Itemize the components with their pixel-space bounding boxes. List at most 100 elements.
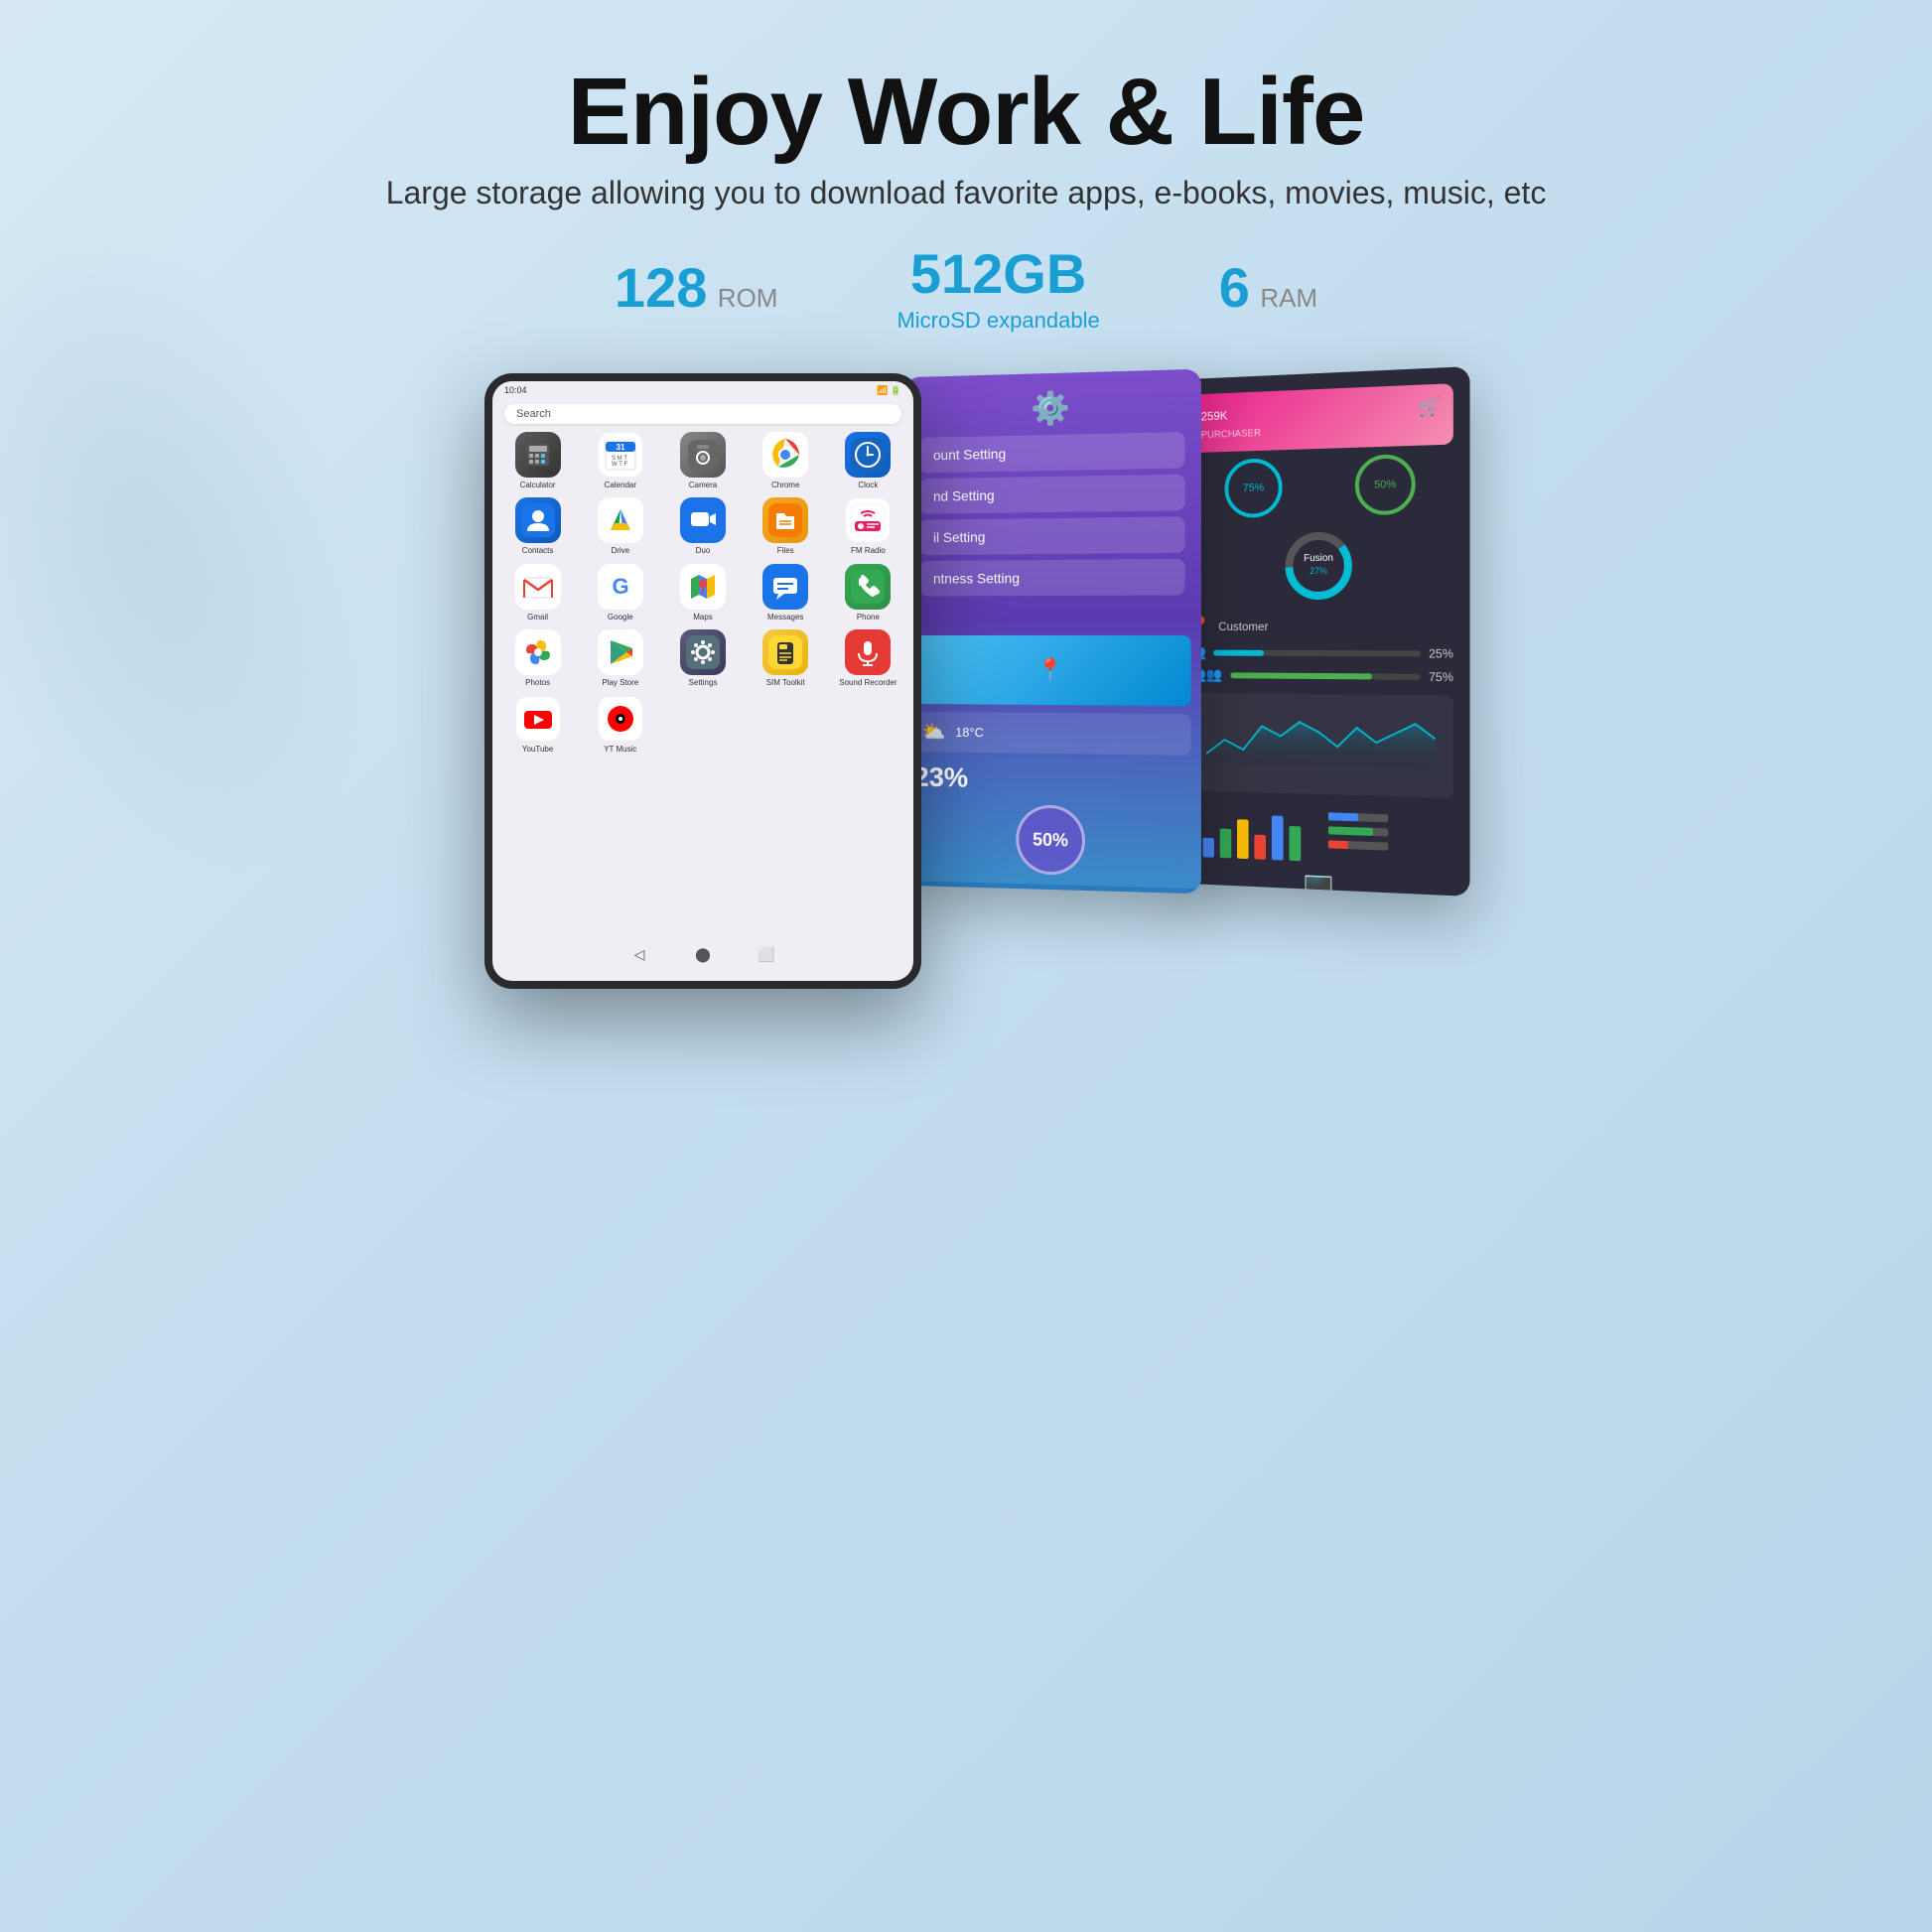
app-drive[interactable]: Drive [583, 497, 657, 556]
clock-label: Clock [858, 481, 878, 490]
storage-number: 512GB [910, 242, 1086, 305]
main-content: 10:04 📶 🔋 Search [79, 373, 1853, 1892]
fmradio-icon [845, 497, 891, 543]
chrome-label: Chrome [771, 481, 799, 490]
map-widget: 📍 [914, 635, 1191, 706]
google-icon: G [598, 564, 643, 610]
camera-label: Camera [689, 481, 717, 490]
spec-storage: 512GB MicroSD expandable [897, 241, 1099, 334]
messages-icon [762, 564, 808, 610]
tablet-wrapper: 10:04 📶 🔋 Search [484, 373, 921, 989]
app-settings[interactable]: Settings [665, 629, 740, 688]
app-files[interactable]: Files [749, 497, 823, 556]
duo-label: Duo [696, 546, 711, 556]
settings-item-2: nd Setting [919, 474, 1184, 513]
clock-icon [845, 432, 891, 478]
app-soundrecorder[interactable]: Sound Recorder [831, 629, 905, 688]
specs-section: 128 ROM 512GB MicroSD expandable 6 RAM [615, 241, 1317, 334]
maps-label: Maps [693, 613, 713, 622]
circle-percent: 50% [1016, 804, 1085, 876]
ytmusic-icon [598, 696, 643, 742]
floating-screens: ⚙️ ount Setting nd Setting il Setting nt… [901, 373, 1448, 890]
percentage-stat: 23% [914, 761, 1191, 798]
status-icons: 📶 🔋 [877, 385, 901, 396]
app-photos[interactable]: Photos [500, 629, 575, 688]
ytmusic-label: YT Music [604, 745, 636, 755]
back-button[interactable]: ◁ [627, 943, 651, 967]
settings-item-3: il Setting [919, 516, 1184, 555]
gmail-icon [515, 564, 561, 610]
app-grid: Calculator 31 S M T W T F [492, 432, 913, 755]
settings-panel: ⚙️ ount Setting nd Setting il Setting nt… [904, 368, 1201, 894]
gmail-label: Gmail [527, 613, 548, 622]
drive-icon [598, 497, 643, 543]
app-maps[interactable]: Maps [665, 564, 740, 622]
tablet-device: 10:04 📶 🔋 Search [484, 373, 921, 989]
app-ytmusic[interactable]: YT Music [583, 696, 657, 755]
soundrecorder-label: Sound Recorder [839, 678, 897, 688]
computer-icon: 🖥️ [1189, 869, 1453, 897]
rom-label: ROM [718, 283, 778, 313]
app-calculator[interactable]: Calculator [500, 432, 575, 490]
spec-rom: 128 ROM [615, 255, 778, 320]
playstore-icon [598, 629, 643, 675]
app-chrome[interactable]: Chrome [749, 432, 823, 490]
settings-label: Settings [689, 678, 718, 688]
spec-ram: 6 RAM [1219, 255, 1317, 320]
app-playstore[interactable]: Play Store [583, 629, 657, 688]
ram-number: 6 [1219, 256, 1250, 319]
youtube-label: YouTube [522, 745, 553, 755]
app-youtube[interactable]: YouTube [500, 696, 575, 755]
gauge-row: 75% 50% [1189, 452, 1453, 518]
page-title: Enjoy Work & Life [386, 60, 1547, 165]
line-chart [1189, 692, 1453, 797]
app-gmail[interactable]: Gmail [500, 564, 575, 622]
drive-label: Drive [611, 546, 629, 556]
app-fmradio[interactable]: FM Radio [831, 497, 905, 556]
recents-button[interactable]: ⬜ [755, 943, 778, 967]
app-contacts[interactable]: Contacts [500, 497, 575, 556]
files-icon [762, 497, 808, 543]
settings-item-1: ount Setting [919, 432, 1184, 473]
bar-chart-area [1189, 798, 1453, 873]
calendar-icon: 31 S M T W T F [598, 432, 643, 478]
svg-text:G: G [612, 574, 628, 599]
donut-chart: Fusion 27% [1189, 523, 1453, 606]
phone-label: Phone [857, 613, 880, 622]
fmradio-label: FM Radio [851, 546, 886, 556]
app-duo[interactable]: Duo [665, 497, 740, 556]
storage-sublabel: MicroSD expandable [897, 308, 1099, 334]
status-time: 10:04 [504, 385, 527, 395]
calendar-label: Calendar [605, 481, 636, 490]
app-phone[interactable]: Phone [831, 564, 905, 622]
playstore-label: Play Store [602, 678, 638, 688]
simtoolkit-icon [762, 629, 808, 675]
photos-label: Photos [525, 678, 550, 688]
app-clock[interactable]: Clock [831, 432, 905, 490]
chrome-icon [762, 432, 808, 478]
settings-icon [680, 629, 726, 675]
app-camera[interactable]: Camera [665, 432, 740, 490]
app-calendar[interactable]: 31 S M T W T F Calendar [583, 432, 657, 490]
app-messages[interactable]: Messages [749, 564, 823, 622]
simtoolkit-label: SIM Toolkit [766, 678, 805, 688]
app-simtoolkit[interactable]: SIM Toolkit [749, 629, 823, 688]
phone-icon [845, 564, 891, 610]
weather-widget: ⛅ 18°C [914, 711, 1191, 755]
calculator-icon [515, 432, 561, 478]
stat-row-1: 👥 25% [1189, 643, 1453, 661]
svg-text:27%: 27% [1310, 565, 1327, 575]
tablet-screen: 10:04 📶 🔋 Search [492, 381, 913, 981]
svg-text:W T F: W T F [612, 462, 627, 468]
bottom-navigation: ◁ ⬤ ⬜ [492, 935, 913, 975]
header-section: Enjoy Work & Life Large storage allowing… [386, 60, 1547, 211]
camera-icon [680, 432, 726, 478]
contacts-label: Contacts [522, 546, 554, 556]
app-google[interactable]: G Google [583, 564, 657, 622]
page-subtitle: Large storage allowing you to download f… [386, 175, 1547, 211]
search-label: Search [516, 408, 551, 420]
gauge-1: 75% [1225, 458, 1283, 518]
rom-number: 128 [615, 256, 707, 319]
home-button[interactable]: ⬤ [691, 943, 715, 967]
search-bar[interactable]: Search [504, 404, 901, 424]
